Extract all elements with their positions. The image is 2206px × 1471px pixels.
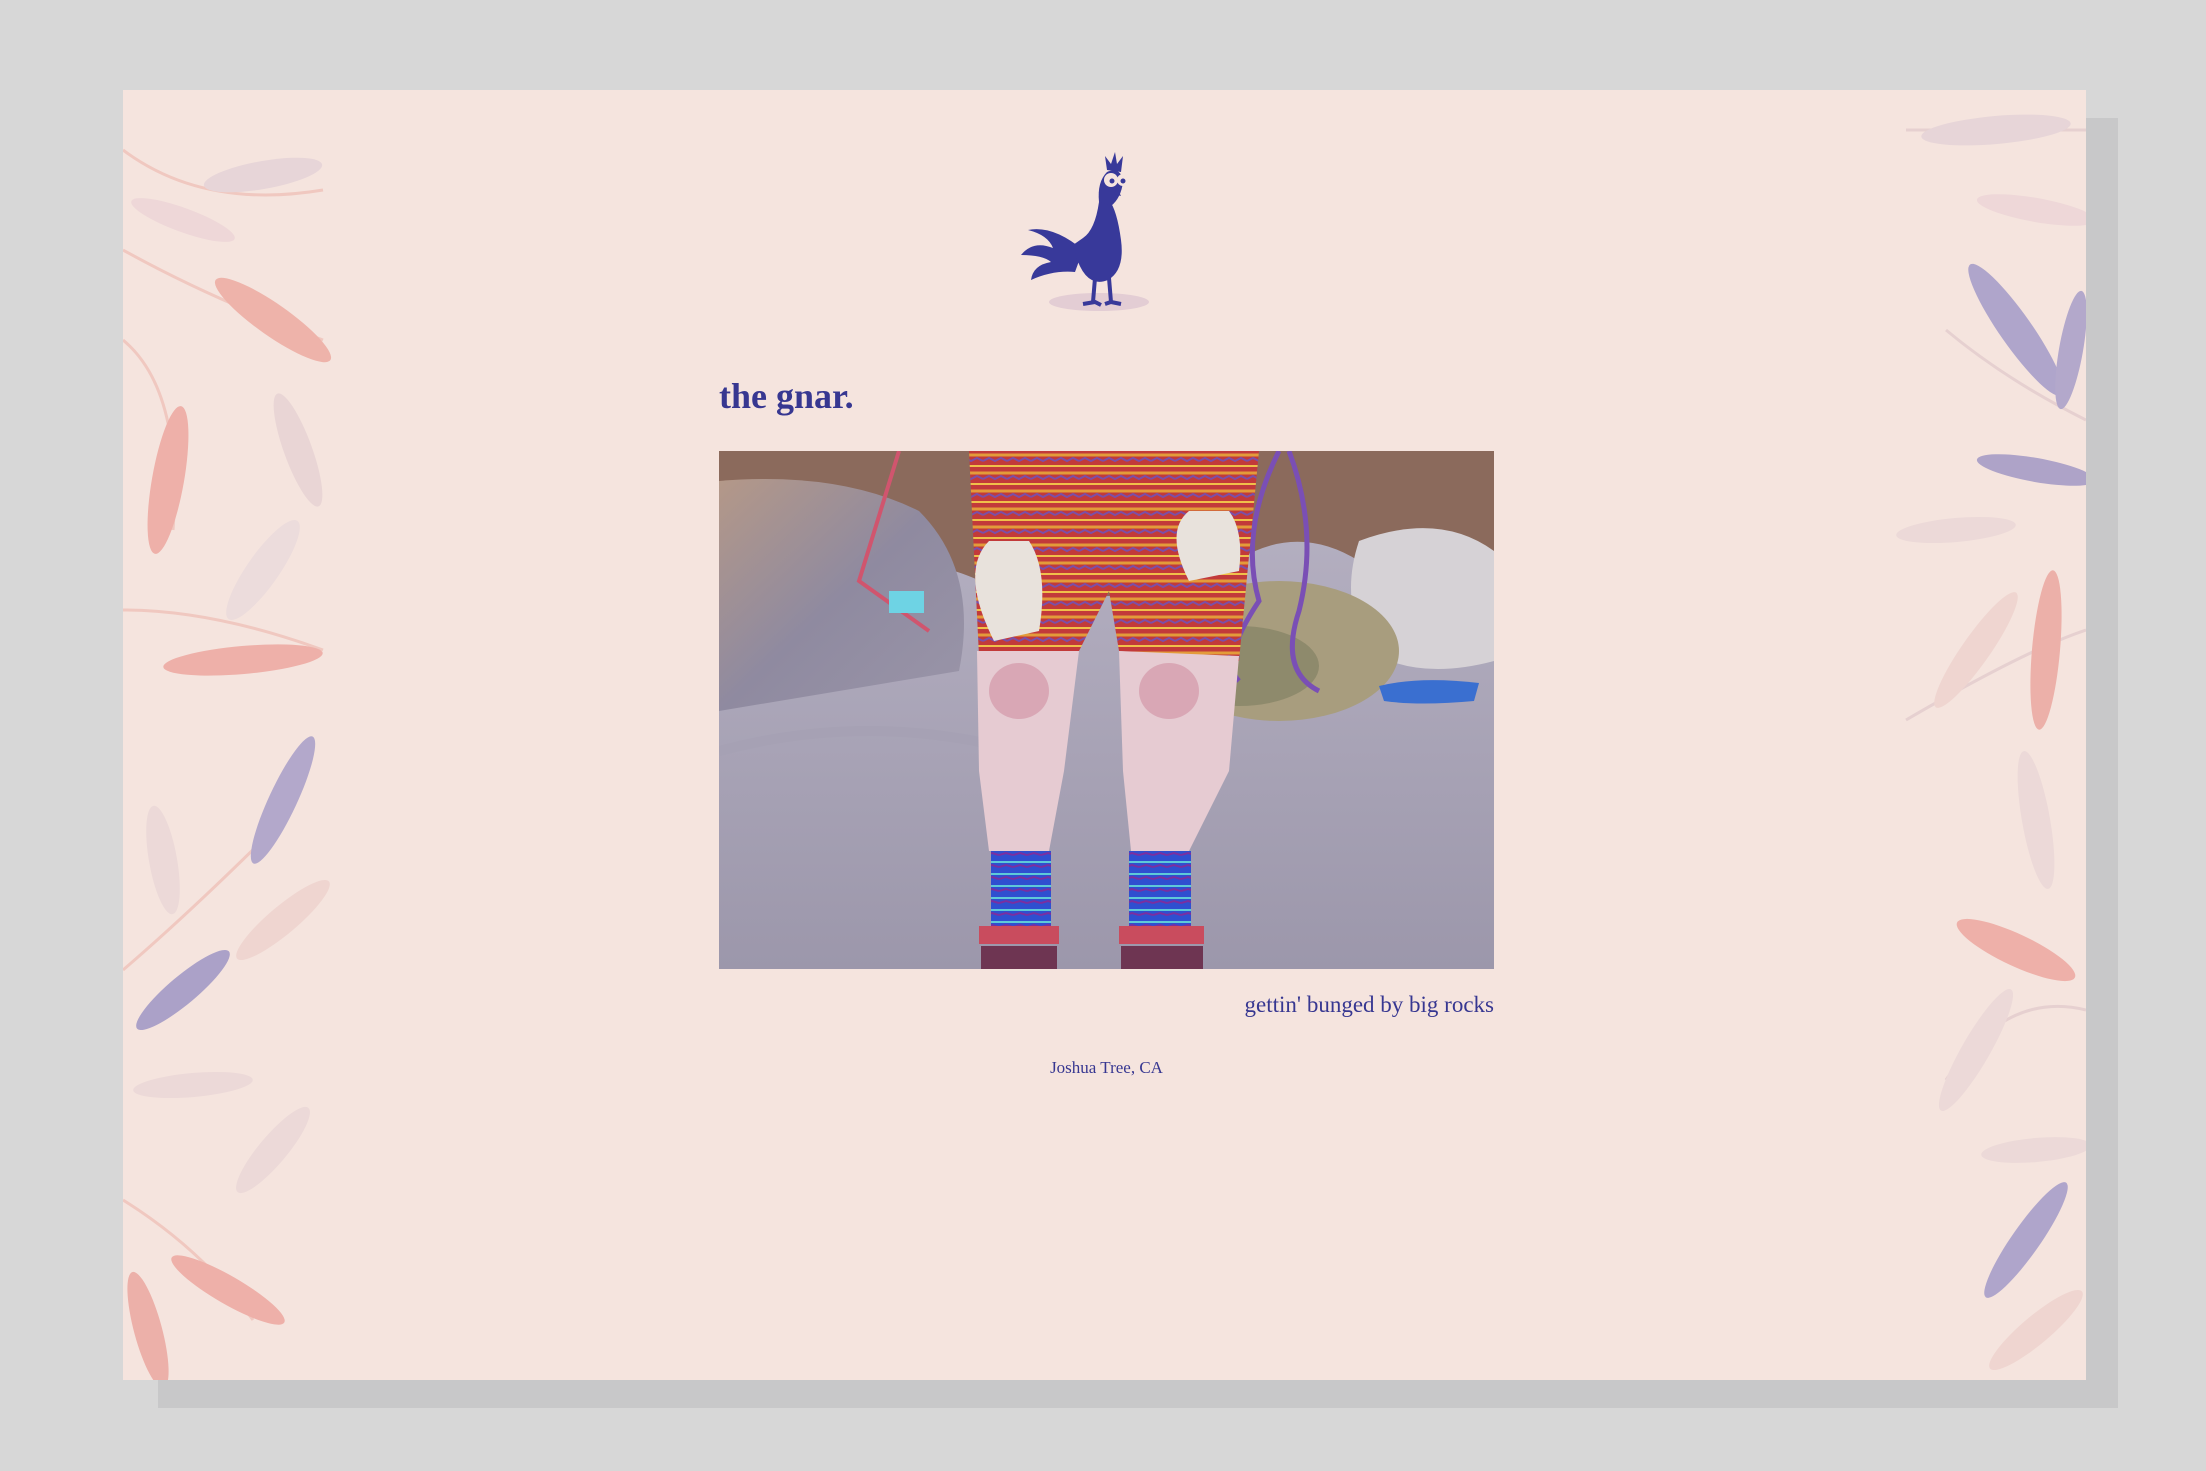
rooster-icon[interactable] [1013,130,1183,320]
post-title: the gnar. [719,376,854,416]
page-card: the gnar. gettin' bunged by big rocks Jo… [123,90,2086,1380]
right-leaf-decoration [1896,114,2086,1371]
location-label: Joshua Tree, CA [1050,1058,1163,1077]
photo-caption: gettin' bunged by big rocks [1244,992,1494,1017]
left-leaf-decoration [123,148,332,1380]
climber-legs-photo [719,451,1494,969]
